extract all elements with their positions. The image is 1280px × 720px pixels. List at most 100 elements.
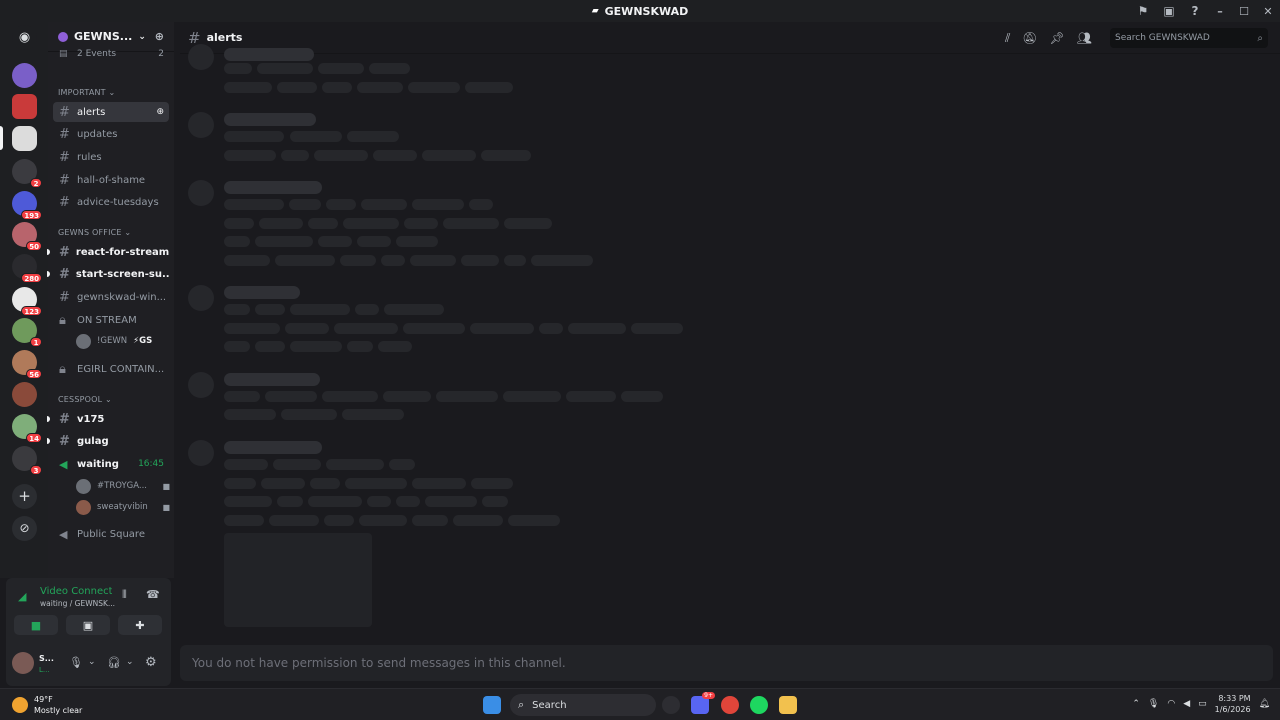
channel-egirl-container[interactable]: 🔒︎ EGIRL CONTAIN... [53,359,169,379]
chrome-icon[interactable] [721,696,739,714]
clock[interactable]: 8:33 PM 1/6/2026 [1215,693,1251,715]
skeleton-line [384,304,444,315]
taskbar-search[interactable]: ⌕ Search [510,694,656,716]
notification-bell-icon[interactable]: 🔔︎ [1259,699,1270,709]
skeleton-line [404,218,438,229]
chevron-down-icon[interactable]: ⌄ [88,657,96,667]
battery-icon[interactable]: ▭ [1198,699,1207,709]
channel-hall-of-shame[interactable]: # hall-of-shame [53,170,169,190]
skeleton-line [361,199,407,210]
file-explorer-icon[interactable] [779,696,797,714]
spotify-icon[interactable] [750,696,768,714]
skeleton-line [359,515,407,526]
disconnect-icon[interactable]: ☎︎ [146,588,160,601]
channel-rules[interactable]: # rules [53,147,169,167]
channel-alerts[interactable]: # alerts ⊕ [53,102,169,122]
hash-icon: # [59,194,70,210]
microphone-icon[interactable]: 🎙︎ [69,656,83,669]
skeleton-line [224,199,284,210]
skeleton-name [224,441,322,454]
windows-start-icon[interactable] [483,696,501,714]
skeleton-line [324,515,354,526]
mention-badge: 123 [21,306,42,316]
server-icon[interactable]: 1 [12,318,42,347]
skeleton-line [314,150,368,161]
channel-label: advice-tuesdays [77,196,159,208]
category-gewns-office[interactable]: GEWNS OFFICE ⌄ [58,228,131,237]
server-icon[interactable]: 56 [12,350,42,379]
server-icon[interactable]: 3 [12,446,42,475]
category-important[interactable]: IMPORTANT ⌄ [58,88,115,97]
minimize-button[interactable]: – [1208,0,1232,22]
server-icon[interactable]: 193 [12,191,42,220]
mention-badge: 280 [21,273,42,283]
close-button[interactable]: ✕ [1256,0,1280,22]
server-icon[interactable]: 14 [12,414,42,443]
chevron-up-icon[interactable]: ⌃ [1132,699,1140,709]
server-icon[interactable]: 280 [12,254,42,283]
channel-label: updates [77,128,118,140]
activities-button[interactable]: ✚ [118,615,162,635]
notification-muted-icon[interactable]: 🔕︎ [1022,31,1037,46]
camera-button[interactable]: ■ [14,615,58,635]
volume-icon[interactable]: ◀︎ [1183,699,1190,709]
channel-on-stream[interactable]: 🔒︎ ON STREAM [53,310,169,330]
noise-suppression-icon[interactable]: ⦀ [122,588,127,602]
voice-status[interactable]: Video Connecte [40,586,112,597]
member-list-icon[interactable]: 👥︎ [1077,31,1092,46]
skeleton-line [290,304,350,315]
discord-app-icon[interactable]: 9+ [691,692,715,714]
screen-share-button[interactable]: ▣ [66,615,110,635]
voice-location[interactable]: waiting / GEWNSK... [40,599,116,608]
maximize-button[interactable]: ☐ [1232,0,1256,22]
message-list-loading [180,44,1280,644]
server-icon[interactable] [12,94,37,119]
channel-updates[interactable]: # updates [53,124,169,144]
mention-badge: 1 [30,337,42,347]
server-icon[interactable]: 2 [12,159,42,188]
app-icon[interactable] [662,696,680,714]
channel-v175[interactable]: # v175 [53,409,169,429]
microphone-icon[interactable]: 🎙︎ [1148,699,1159,709]
voice-channel-waiting[interactable]: ◀︎ waiting 16:45 [53,454,169,474]
flag-icon[interactable]: ⚑ [1130,0,1156,22]
category-cesspool[interactable]: CESSPOOL ⌄ [58,395,112,404]
screen-share-icon[interactable]: ▣ [1156,0,1182,22]
skeleton-line [345,478,407,489]
threads-icon[interactable]: ⫽ [1005,31,1010,46]
server-icon[interactable]: 50 [12,222,42,251]
server-icon-gewnskwad[interactable] [12,126,37,151]
channel-react-for-stream[interactable]: # react-for-stream [53,242,169,262]
channel-start-screen[interactable]: # start-screen-su... [53,264,169,284]
channel-gewnskwad-wins[interactable]: # gewnskwad-win... [53,287,169,307]
skeleton-line [408,82,460,93]
wifi-icon[interactable]: ◠ [1167,699,1175,709]
settings-gear-icon[interactable]: ⚙ [145,655,157,670]
avatar[interactable] [12,652,34,674]
voice-user[interactable]: #TROYGA... ■ [76,477,170,495]
channel-gulag[interactable]: # gulag [53,431,169,451]
voice-timer: 16:45 [138,459,164,469]
voice-channel-public-square[interactable]: ◀︎ Public Square [53,524,169,544]
add-member-icon[interactable]: ⊕ [156,107,164,117]
server-icon[interactable]: 123 [12,287,42,316]
discord-home-icon[interactable]: ◉ [12,25,37,50]
voice-user[interactable]: !GEWN ⚡GS [76,332,170,350]
channel-advice-tuesdays[interactable]: # advice-tuesdays [53,192,169,212]
help-icon[interactable]: ? [1182,0,1208,22]
weather-widget[interactable]: 49°F Mostly clear [12,694,82,716]
pin-icon[interactable]: 📌︎ [1050,31,1065,46]
chevron-down-icon[interactable]: ⌄ [126,657,134,667]
search-input[interactable]: Search GEWNSKWAD ⌕ [1110,28,1268,48]
events-row[interactable]: ▤ 2 Events 2 [53,47,169,61]
voice-user[interactable]: sweatyvibin ■ [76,498,170,516]
invite-people-icon[interactable]: ⊕ [155,30,164,43]
category-label: CESSPOOL [58,395,103,404]
skeleton-line [224,218,254,229]
unread-indicator [47,249,50,255]
add-server-icon[interactable]: + [12,484,37,509]
discover-icon[interactable]: ⊘ [12,516,37,541]
headphones-icon[interactable]: 🎧︎ [107,656,121,669]
server-icon[interactable] [12,63,37,88]
server-icon[interactable] [12,382,37,407]
